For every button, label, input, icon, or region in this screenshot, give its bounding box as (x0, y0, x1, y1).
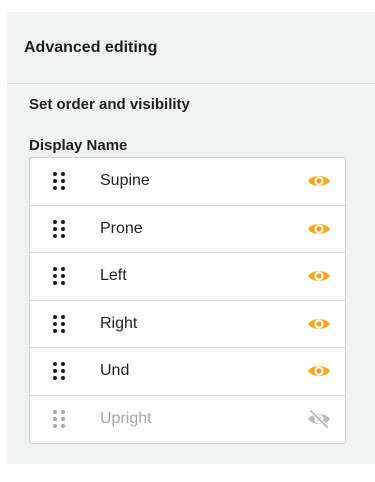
eye-icon[interactable] (307, 219, 331, 239)
drag-handle-icon[interactable] (53, 410, 65, 429)
drag-handle-icon[interactable] (53, 314, 65, 333)
list-item-label: Prone (100, 219, 143, 237)
eye-icon[interactable] (307, 171, 331, 191)
list-item-label: Upright (100, 410, 152, 428)
drag-handle-icon[interactable] (53, 172, 65, 191)
list-item[interactable]: Upright (30, 396, 345, 444)
list-item[interactable]: Und (30, 348, 345, 396)
list-item-label: Supine (100, 172, 150, 190)
drag-handle-icon[interactable] (53, 267, 65, 286)
list-item-label: Left (100, 267, 127, 285)
eye-icon[interactable] (307, 314, 331, 334)
drag-handle-icon[interactable] (53, 362, 65, 381)
eye-off-icon[interactable] (307, 409, 331, 429)
list-item-label: Right (100, 314, 138, 332)
section-title: Set order and visibility (29, 96, 190, 113)
eye-icon[interactable] (307, 266, 331, 286)
column-header-display-name: Display Name (29, 137, 128, 154)
drag-handle-icon[interactable] (53, 219, 65, 238)
list-item-label: Und (100, 362, 130, 380)
list-item[interactable]: Prone (30, 206, 345, 253)
panel-title: Advanced editing (24, 38, 158, 56)
visibility-list: Supine Prone Left Right Und Upright (29, 157, 346, 444)
eye-icon[interactable] (307, 361, 331, 381)
panel-header: Advanced editing (7, 12, 375, 84)
list-item[interactable]: Right (30, 301, 345, 348)
list-item[interactable]: Left (30, 253, 345, 301)
list-item[interactable]: Supine (30, 158, 345, 206)
